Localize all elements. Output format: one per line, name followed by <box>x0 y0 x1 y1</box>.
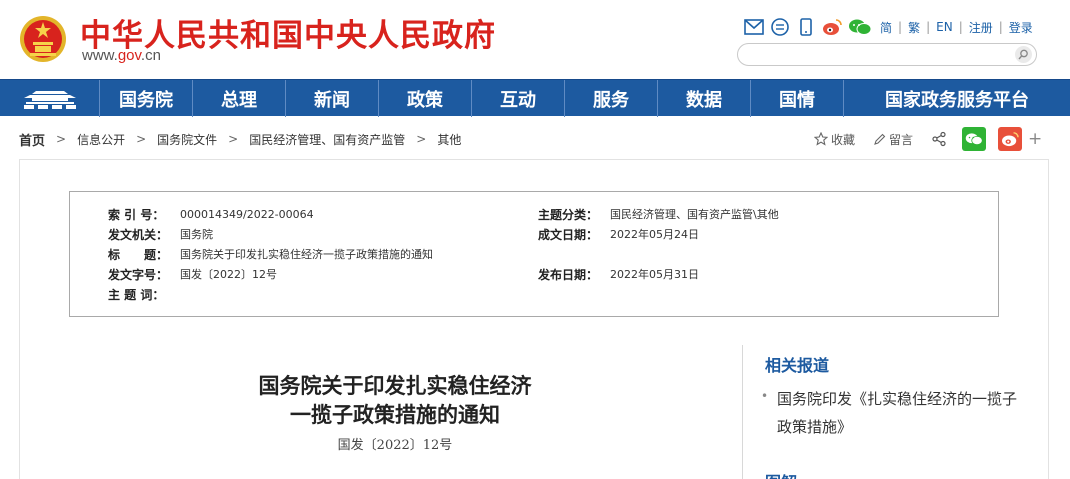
related-reports-heading: 相关报道 <box>765 356 830 375</box>
related-report-link[interactable]: 国务院印发《扎实稳住经济的一揽子政策措施》 <box>777 385 1017 441</box>
nav-item-data[interactable]: 数据 <box>658 80 751 117</box>
meta-index-value: 000014349/2022-00064 <box>180 207 314 221</box>
meta-category: 主题分类： 国民经济管理、国有资产监管\其他 <box>538 206 779 222</box>
meta-issuer-label: 发文机关： <box>108 227 169 242</box>
pencil-icon <box>874 133 886 145</box>
main-nav: 国务院 总理 新闻 政策 互动 服务 数据 国情 国家政务服务平台 <box>0 79 1070 117</box>
nav-item-interaction[interactable]: 互动 <box>472 80 565 117</box>
tool-separator: | <box>926 20 931 34</box>
nav-item-news[interactable]: 新闻 <box>286 80 379 117</box>
meta-document-number: 发文字号： 国发〔2022〕12号 <box>108 266 277 282</box>
url-prefix: www. <box>82 47 118 64</box>
nav-item-gov-service-platform[interactable]: 国家政务服务平台 <box>844 80 1070 117</box>
meta-published-date: 发布日期： 2022年05月31日 <box>538 266 699 282</box>
weibo-icon <box>1002 132 1019 147</box>
document-title-line-2: 一揽子政策措施的通知 <box>290 402 500 427</box>
tiananmen-logo-icon[interactable] <box>0 80 100 117</box>
mail-icon[interactable] <box>744 17 764 37</box>
mobile-icon[interactable] <box>796 17 816 37</box>
meta-title-label: 标 题： <box>108 247 169 262</box>
document-title: 国务院关于印发扎实稳住经济 一揽子政策措施的通知 <box>200 371 590 429</box>
english-link[interactable]: EN <box>936 20 953 34</box>
meta-written-label: 成文日期： <box>538 227 599 242</box>
document-title-line-1: 国务院关于印发扎实稳住经济 <box>258 373 532 398</box>
meta-index: 索 引 号： 000014349/2022-00064 <box>108 206 314 222</box>
nav-item-national-info[interactable]: 国情 <box>751 80 844 117</box>
national-emblem-icon[interactable] <box>19 14 67 64</box>
comment-button[interactable]: 留言 <box>873 131 913 148</box>
comment-label: 留言 <box>889 132 914 147</box>
login-link[interactable]: 登录 <box>1009 19 1033 36</box>
weibo-share-button[interactable] <box>998 127 1023 151</box>
wechat-icon <box>965 133 983 145</box>
search-icon <box>1018 49 1028 60</box>
nav-item-services[interactable]: 服务 <box>565 80 658 117</box>
meta-keywords-label: 主 题 词： <box>108 287 165 302</box>
site-url[interactable]: www.gov.cn <box>82 47 161 64</box>
share-icon <box>932 131 946 147</box>
traditional-chinese-link[interactable]: 繁 <box>908 19 920 36</box>
search-button[interactable] <box>1015 46 1032 63</box>
meta-written-value: 2022年05月24日 <box>610 228 699 241</box>
tool-separator: | <box>958 20 963 34</box>
meta-title-value: 国务院关于印发扎实稳住经济一揽子政策措施的通知 <box>180 248 433 261</box>
search-input[interactable] <box>748 46 1008 63</box>
tool-separator: | <box>998 20 1003 34</box>
tool-separator: | <box>898 20 903 34</box>
nav-item-premier[interactable]: 总理 <box>193 80 286 117</box>
meta-docno-value: 国发〔2022〕12号 <box>180 268 277 281</box>
breadcrumb-state-council-documents[interactable]: 国务院文件 <box>157 131 217 148</box>
url-suffix: .cn <box>140 47 161 64</box>
meta-issuer: 发文机关： 国务院 <box>108 226 213 242</box>
register-link[interactable]: 注册 <box>969 19 993 36</box>
bullet-icon: • <box>761 389 769 403</box>
infographic-heading: 图解 <box>765 469 797 479</box>
document-metadata: 索 引 号： 000014349/2022-00064 主题分类： 国民经济管理… <box>69 191 999 317</box>
nav-item-policy[interactable]: 政策 <box>379 80 472 117</box>
meta-written-date: 成文日期： 2022年05月24日 <box>538 226 699 242</box>
nav-items: 国务院 总理 新闻 政策 互动 服务 数据 国情 国家政务服务平台 <box>100 80 1070 117</box>
meta-category-label: 主题分类： <box>538 207 599 222</box>
breadcrumb-separator: > <box>228 132 239 146</box>
breadcrumb-separator: > <box>56 132 67 146</box>
breadcrumb-other[interactable]: 其他 <box>437 131 461 148</box>
wechat-share-button[interactable] <box>962 127 987 151</box>
more-share-button[interactable]: + <box>1028 129 1042 149</box>
nav-item-state-council[interactable]: 国务院 <box>100 80 193 117</box>
related-sidebar: 相关报道 • 国务院印发《扎实稳住经济的一揽子政策措施》 图解 <box>742 345 1032 479</box>
meta-category-value: 国民经济管理、国有资产监管\其他 <box>610 208 779 221</box>
weibo-icon[interactable] <box>822 17 842 37</box>
meta-published-value: 2022年05月31日 <box>610 268 699 281</box>
share-bar: 收藏 留言 + <box>814 127 1042 151</box>
language-account-links: 简 | 繁 | EN | 注册 | 登录 <box>880 19 1033 36</box>
message-icon[interactable] <box>770 17 790 37</box>
meta-published-label: 发布日期： <box>538 267 599 282</box>
meta-issuer-value: 国务院 <box>180 228 213 241</box>
meta-docno-label: 发文字号： <box>108 267 169 282</box>
star-icon <box>814 132 828 146</box>
breadcrumb-info-disclosure[interactable]: 信息公开 <box>77 131 125 148</box>
favorite-button[interactable]: 收藏 <box>814 131 855 148</box>
wechat-icon[interactable] <box>848 17 872 37</box>
simplified-chinese-link[interactable]: 简 <box>880 19 892 36</box>
share-button[interactable] <box>931 131 950 147</box>
site-header: 中华人民共和国中央人民政府 www.gov.cn 简 | 繁 | EN | 注册… <box>0 0 1070 79</box>
meta-title: 标 题： 国务院关于印发扎实稳住经济一揽子政策措施的通知 <box>108 246 433 262</box>
meta-index-label: 索 引 号： <box>108 207 165 222</box>
breadcrumb-home[interactable]: 首页 <box>19 130 45 149</box>
breadcrumb: 首页 > 信息公开 > 国务院文件 > 国民经济管理、国有资产监管 > 其他 <box>19 130 461 149</box>
breadcrumb-separator: > <box>416 132 427 146</box>
breadcrumb-economic-management[interactable]: 国民经济管理、国有资产监管 <box>249 131 405 148</box>
meta-keywords: 主 题 词： <box>108 286 180 302</box>
search-box <box>737 43 1037 66</box>
document-number: 国发〔2022〕12号 <box>337 438 453 453</box>
favorite-label: 收藏 <box>831 132 856 147</box>
breadcrumb-separator: > <box>136 132 147 146</box>
header-tools: 简 | 繁 | EN | 注册 | 登录 <box>744 16 1033 38</box>
url-highlight: gov <box>117 47 141 64</box>
